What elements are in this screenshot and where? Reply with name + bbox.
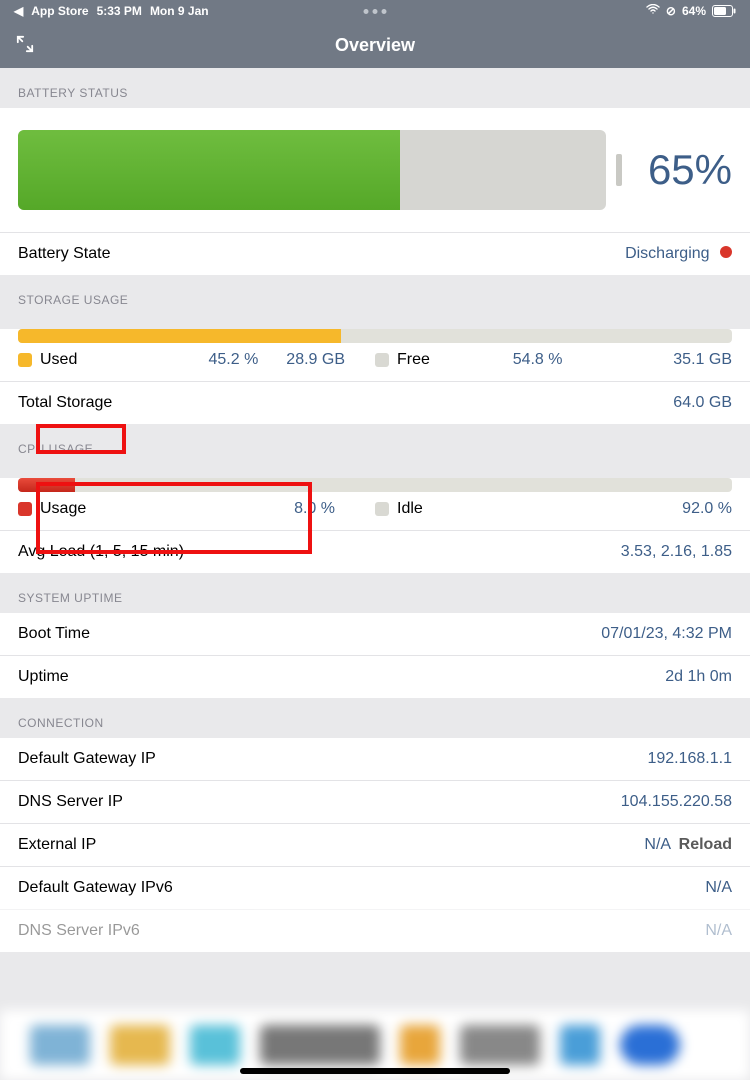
avg-load-value: 3.53, 2.16, 1.85 [621, 543, 732, 561]
gateway-label: Default Gateway IP [18, 750, 156, 768]
avg-load-label: Avg Load (1, 5, 15 min) [18, 543, 184, 561]
dns6-label: DNS Server IPv6 [18, 922, 140, 940]
section-header-storage: Storage Usage [0, 275, 750, 315]
multitask-dots-icon[interactable] [364, 9, 387, 14]
storage-used-pct: 45.2 % [208, 351, 258, 369]
boot-time-label: Boot Time [18, 625, 90, 643]
external-ip-value: N/A [644, 836, 670, 853]
section-header-battery: Battery Status [0, 68, 750, 108]
cpu-bar [18, 478, 732, 492]
battery-gauge [18, 130, 606, 210]
connection-card: Default Gateway IP 192.168.1.1 DNS Serve… [0, 738, 750, 952]
ios-status-bar: ◀ App Store 5:33 PM Mon 9 Jan ⊘ 64% [0, 0, 750, 22]
section-header-connection: Connection [0, 698, 750, 738]
wifi-icon [646, 4, 660, 18]
gateway6-label: Default Gateway IPv6 [18, 879, 173, 897]
nav-header: Overview [0, 22, 750, 68]
cpu-idle-pct: 92.0 % [682, 500, 732, 518]
status-dot-icon [720, 246, 732, 258]
storage-used-gb: 28.9 GB [286, 351, 345, 369]
section-header-cpu: CPU Usage [0, 424, 750, 464]
status-time: 5:33 PM [97, 4, 142, 18]
cpu-usage-pct: 8.0 % [294, 500, 335, 518]
battery-percent: 65% [648, 146, 732, 194]
gateway-value: 192.168.1.1 [647, 750, 732, 768]
orientation-lock-icon: ⊘ [666, 4, 676, 18]
battery-state-label: Battery State [18, 245, 111, 263]
storage-free-pct: 54.8 % [513, 351, 563, 369]
home-indicator[interactable] [240, 1068, 510, 1074]
back-chevron-icon[interactable]: ◀ [14, 4, 23, 18]
cpu-usage-label: Usage [40, 500, 86, 518]
reload-button[interactable]: Reload [679, 836, 732, 853]
total-storage-value: 64.0 GB [673, 394, 732, 412]
battery-card: 65% Battery State Discharging [0, 108, 750, 275]
page-title: Overview [335, 35, 415, 56]
dns6-value: N/A [705, 922, 732, 940]
section-header-uptime: System Uptime [0, 573, 750, 613]
cpu-card: Usage 8.0 % Idle 92.0 % Avg Load (1, 5, … [0, 478, 750, 573]
boot-time-value: 07/01/23, 4:32 PM [601, 625, 732, 643]
cpu-idle-label: Idle [397, 500, 423, 518]
storage-free-gb: 35.1 GB [673, 351, 732, 369]
external-ip-label: External IP [18, 836, 96, 854]
dns-label: DNS Server IP [18, 793, 123, 811]
uptime-card: Boot Time 07/01/23, 4:32 PM Uptime 2d 1h… [0, 613, 750, 698]
total-storage-label: Total Storage [18, 394, 112, 412]
back-app-label[interactable]: App Store [31, 4, 88, 18]
storage-bar [18, 329, 732, 343]
storage-card: Used 45.2 % 28.9 GB Free 54.8 % 35.1 GB … [0, 329, 750, 424]
storage-free-label: Free [397, 351, 430, 369]
dns-value: 104.155.220.58 [621, 793, 732, 811]
status-date: Mon 9 Jan [150, 4, 209, 18]
uptime-value: 2d 1h 0m [665, 668, 732, 686]
storage-used-label: Used [40, 351, 77, 369]
gateway6-value: N/A [705, 879, 732, 897]
battery-icon [712, 5, 736, 17]
uptime-label: Uptime [18, 668, 69, 686]
status-battery-pct: 64% [682, 4, 706, 18]
expand-icon[interactable] [16, 35, 34, 56]
battery-state-value: Discharging [625, 245, 732, 263]
